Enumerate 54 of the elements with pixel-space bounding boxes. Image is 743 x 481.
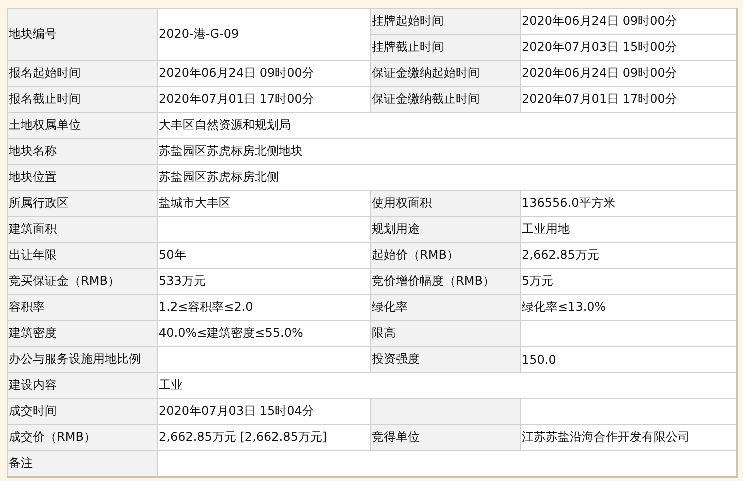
field-value: 1.2≤容积率≤2.0 [158, 294, 370, 320]
field-value: 2020年07月03日 15时04分 [158, 398, 370, 424]
field-value: 2,662.85万元 [2,662.85万元] [158, 424, 370, 450]
field-value: 150.0 [520, 346, 737, 372]
field-label: 挂牌截止时间 [370, 34, 520, 60]
field-value: 2020年07月03日 15时00分 [520, 34, 737, 60]
field-label: 容积率 [8, 294, 158, 320]
field-value: 大丰区自然资源和规划局 [158, 112, 737, 138]
field-label: 土地权属单位 [8, 112, 158, 138]
field-value: 江苏苏盐沿海合作开发有限公司 [520, 424, 737, 450]
field-label: 建筑密度 [8, 320, 158, 346]
field-value: 136556.0平方米 [520, 190, 737, 216]
field-value: 工业用地 [520, 216, 737, 242]
field-label: 出让年限 [8, 242, 158, 268]
field-value: 533万元 [158, 268, 370, 294]
field-value: 50年 [158, 242, 370, 268]
field-label: 地块名称 [8, 138, 158, 164]
field-value: 40.0%≤建筑密度≤55.0% [158, 320, 370, 346]
field-label: 挂牌起始时间 [370, 8, 520, 34]
field-label: 规划用途 [370, 216, 520, 242]
field-value: 绿化率≤13.0% [520, 294, 737, 320]
field-value: 2020年07月01日 17时00分 [520, 86, 737, 112]
field-label: 报名截止时间 [8, 86, 158, 112]
field-label: 使用权面积 [370, 190, 520, 216]
field-label: 地块编号 [8, 8, 158, 60]
field-label: 起始价（RMB） [370, 242, 520, 268]
field-label: 竞得单位 [370, 424, 520, 450]
field-label: 建筑面积 [8, 216, 158, 242]
field-label: 绿化率 [370, 294, 520, 320]
field-label: 建设内容 [8, 372, 158, 398]
field-value: 工业 [158, 372, 737, 398]
field-value: 2,662.85万元 [520, 242, 737, 268]
field-label: 保证金缴纳起始时间 [370, 60, 520, 86]
field-value: 苏盐园区苏虎标房北侧地块 [158, 138, 737, 164]
field-value: 2020年07月01日 17时00分 [158, 86, 370, 112]
field-value: 苏盐园区苏虎标房北侧 [158, 164, 737, 190]
field-label: 成交时间 [8, 398, 158, 424]
field-label: 办公与服务设施用地比例 [8, 346, 158, 372]
field-value: 2020年06月24日 09时00分 [520, 60, 737, 86]
field-value: 盐城市大丰区 [158, 190, 370, 216]
field-label: 报名起始时间 [8, 60, 158, 86]
field-value: 5万元 [520, 268, 737, 294]
field-label: 地块位置 [8, 164, 158, 190]
field-value: 2020年06月24日 09时00分 [158, 60, 370, 86]
field-label: 竞买保证金（RMB） [8, 268, 158, 294]
field-label: 所属行政区 [8, 190, 158, 216]
field-value: 2020-港-G-09 [158, 8, 370, 60]
field-label: 备注 [8, 450, 158, 477]
field-label: 限高 [370, 320, 520, 346]
field-value: 2020年06月24日 09时00分 [520, 8, 737, 34]
field-label: 投资强度 [370, 346, 520, 372]
field-label: 成交价（RMB） [8, 424, 158, 450]
field-label: 竞价增价幅度（RMB） [370, 268, 520, 294]
field-label: 保证金缴纳截止时间 [370, 86, 520, 112]
